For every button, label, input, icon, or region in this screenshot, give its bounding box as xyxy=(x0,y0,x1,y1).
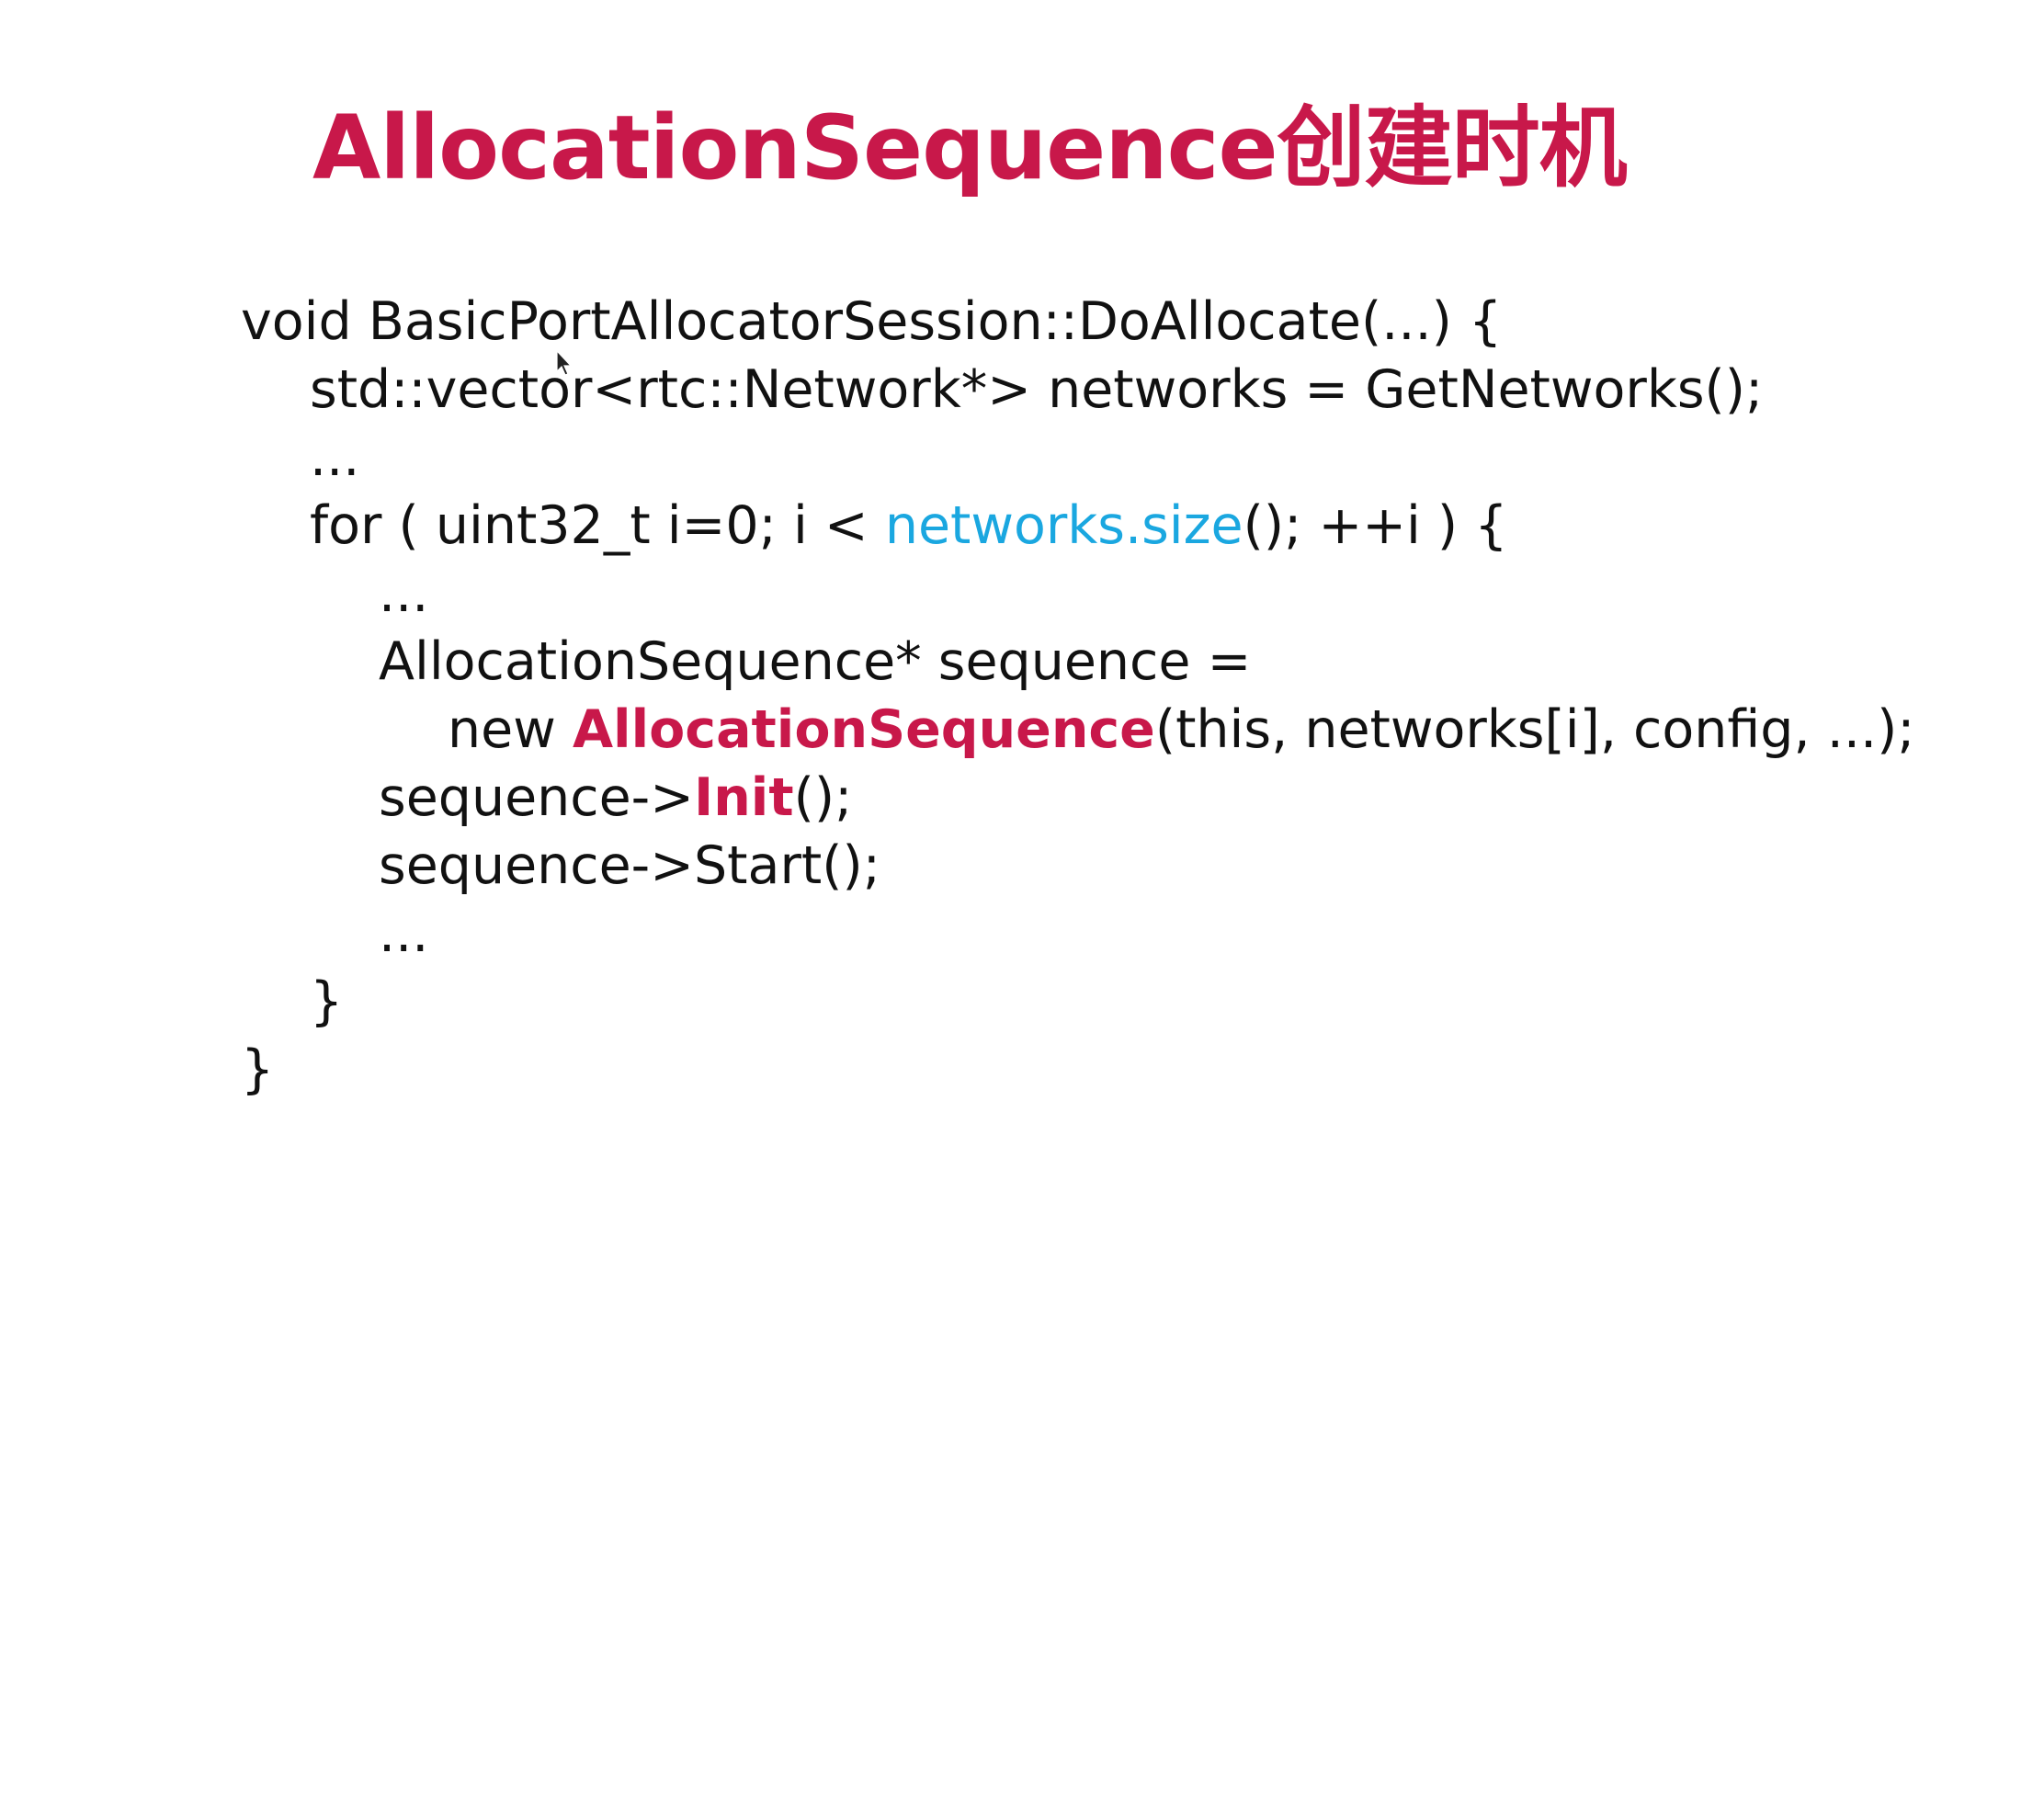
slide: AllocationSequence创建时机 void BasicPortAll… xyxy=(0,0,2044,1103)
code-text: for ( uint32_t i=0; i < xyxy=(310,495,885,556)
highlighted-method-name: Init xyxy=(694,767,794,828)
code-line: ... xyxy=(310,424,359,492)
code-text: ... xyxy=(379,903,429,964)
code-line: AllocationSequence* sequence = xyxy=(379,628,1251,696)
code-text: } xyxy=(241,1039,275,1100)
code-line: for ( uint32_t i=0; i < networks.size();… xyxy=(310,492,1508,560)
code-line: sequence->Start(); xyxy=(379,832,880,900)
code-text: sequence->Start(); xyxy=(379,835,880,896)
code-line: } xyxy=(241,1036,274,1104)
code-text: ... xyxy=(379,563,429,624)
code-text: new xyxy=(448,699,573,760)
code-text: } xyxy=(310,971,344,1032)
highlighted-call: networks.size xyxy=(884,495,1243,556)
code-line: std::vector<rtc::Network*> networks = Ge… xyxy=(310,356,1763,424)
code-line: ... xyxy=(379,560,428,628)
arrow-cursor-icon xyxy=(556,349,573,376)
code-text: std::vector<rtc::Network*> networks = Ge… xyxy=(310,359,1764,420)
code-text: AllocationSequence* sequence = xyxy=(379,631,1252,692)
code-line: } xyxy=(310,968,343,1036)
code-text: void BasicPortAllocatorSession::DoAlloca… xyxy=(241,291,1503,352)
slide-title: AllocationSequence创建时机 xyxy=(312,96,1628,199)
code-block: void BasicPortAllocatorSession::DoAlloca… xyxy=(241,288,1915,1804)
code-line: ... xyxy=(379,900,428,968)
code-line: void BasicPortAllocatorSession::DoAlloca… xyxy=(241,288,1502,356)
code-line: sequence->Init(); xyxy=(379,764,852,832)
highlighted-class-name: AllocationSequence xyxy=(572,699,1155,760)
code-text: ... xyxy=(310,427,360,488)
code-text: (); ++i ) { xyxy=(1243,495,1508,556)
code-text: (); xyxy=(793,767,853,828)
code-text: (this, networks[i], config, ...); xyxy=(1154,699,1915,760)
code-line: new AllocationSequence(this, networks[i]… xyxy=(448,696,1915,764)
code-text: sequence-> xyxy=(379,767,695,828)
